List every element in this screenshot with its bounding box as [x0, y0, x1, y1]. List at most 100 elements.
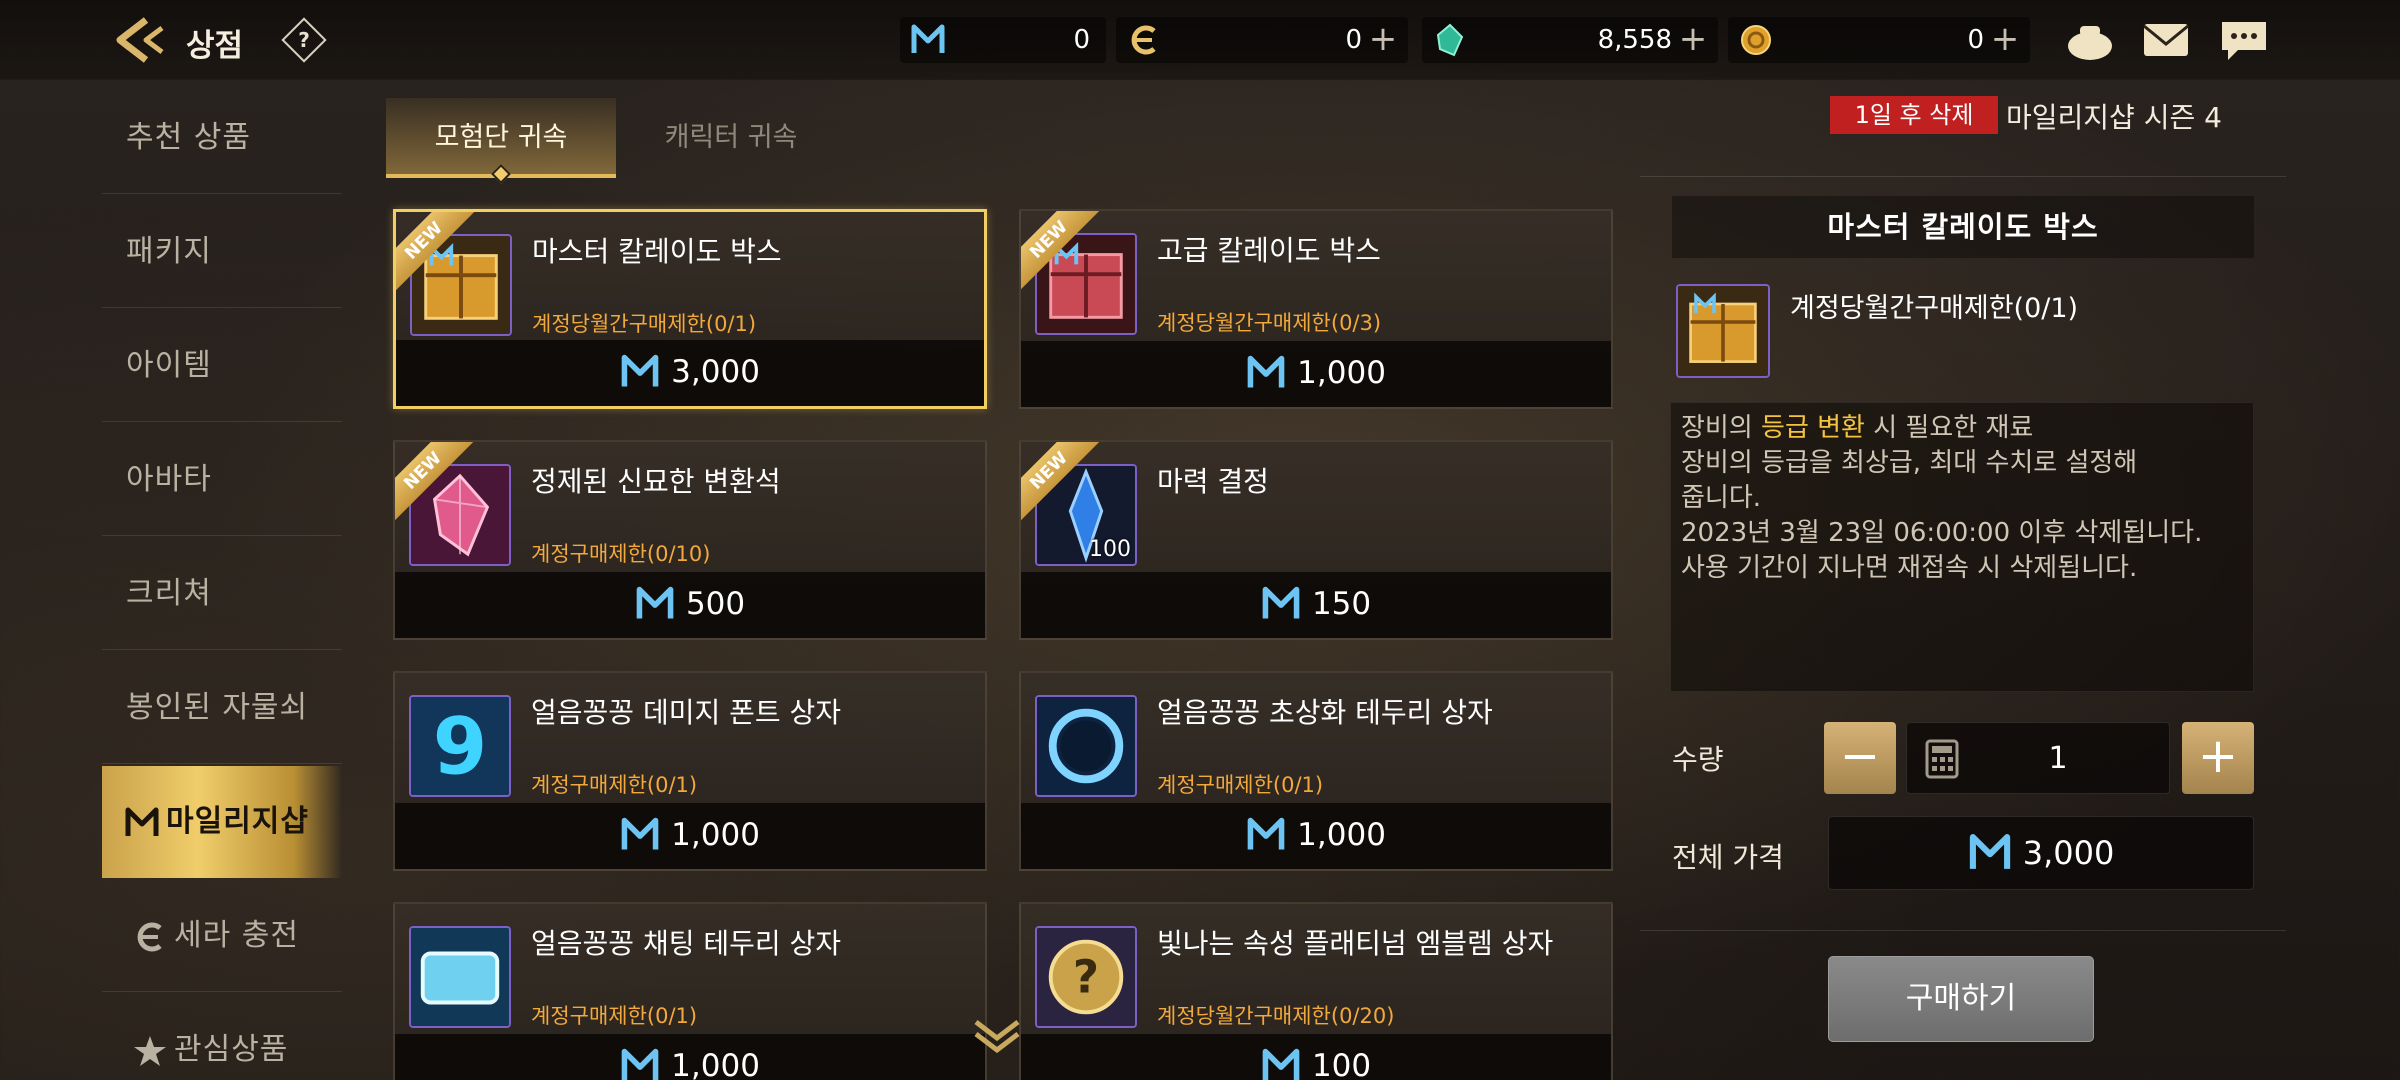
star-icon: [134, 1035, 166, 1066]
description-line: 2023년 3월 23일 06:00:00 이후 삭제됩니다.: [1681, 518, 2203, 548]
damage-font-box-icon: 9: [409, 695, 511, 797]
quantity-plus-button[interactable]: +: [2182, 722, 2254, 794]
product-price: 1,000: [1297, 355, 1386, 391]
product-name: 얼음꽁꽁 채팅 테두리 상자: [531, 927, 842, 960]
detail-limit: 계정당월간구매제한(0/1): [1790, 293, 2079, 324]
product-limit: 계정당월간구매제한(0/3): [1157, 311, 1382, 335]
total-price-value: 3,000: [2022, 834, 2115, 872]
product-card[interactable]: 얼음꽁꽁 초상화 테두리 상자 계정구매제한(0/1) 1,000: [1019, 671, 1613, 871]
product-price: 100: [1311, 1048, 1372, 1080]
product-limit: 계정구매제한(0/1): [531, 1004, 698, 1028]
product-card[interactable]: NEW 마스터 칼레이도 박스 계정당월간구매제한(0/1) 3,000: [393, 209, 987, 409]
total-price-field: 3,000: [1828, 816, 2254, 890]
tab-character-bound[interactable]: 캐릭터 귀속: [616, 98, 846, 178]
sidebar-item-label: 세라 충전: [174, 918, 299, 953]
product-name: 얼음꽁꽁 데미지 폰트 상자: [531, 696, 842, 729]
mileage-icon: [636, 586, 674, 619]
svg-text:?: ?: [1073, 951, 1099, 1004]
portrait-frame-box-icon: [1035, 695, 1137, 797]
price-bar: 1,000: [395, 803, 985, 869]
description-line: 줍니다.: [1681, 483, 1762, 513]
scroll-down-icon[interactable]: [970, 1016, 1024, 1056]
quantity-label: 수량: [1672, 743, 1724, 776]
sidebar-item-label: 봉인된 자물쇠: [126, 690, 309, 725]
gold-value: 0: [1967, 25, 1984, 55]
sidebar-item-creature[interactable]: 크리쳐: [102, 538, 342, 650]
description-line: 장비의 등급 변환 시 필요한 재료: [1681, 411, 2243, 446]
mileage-icon: [1262, 1048, 1300, 1080]
product-name: 고급 칼레이도 박스: [1157, 234, 1381, 267]
product-card[interactable]: NEW 정제된 신묘한 변환석 계정구매제한(0/10) 500: [393, 440, 987, 640]
page-title: 상점: [186, 28, 244, 64]
top-bar: 상점 ? 0 0 + 8,558 + 0 +: [0, 0, 2400, 80]
buy-button[interactable]: 구매하기: [1828, 956, 2094, 1042]
product-card[interactable]: NEW 고급 칼레이도 박스 계정당월간구매제한(0/3) 1,000: [1019, 209, 1613, 409]
sidebar-item-label: 마일리지샵: [166, 804, 309, 839]
cera-value: 0: [1345, 25, 1362, 55]
product-card[interactable]: 9 얼음꽁꽁 데미지 폰트 상자 계정구매제한(0/1) 1,000: [393, 671, 987, 871]
product-price: 3,000: [671, 354, 760, 390]
price-bar: 1,000: [395, 1034, 985, 1080]
currency-mileage: 0: [900, 17, 1106, 63]
sidebar-item-label: 관심상품: [174, 1032, 289, 1067]
mail-icon[interactable]: [2140, 16, 2192, 64]
description-line: 장비의 등급을 최상급, 최대 수치로 설정해: [1681, 448, 2138, 478]
total-price-label: 전체 가격: [1672, 841, 1784, 874]
currency-cera: 0 +: [1116, 17, 1408, 63]
cera-icon: [137, 922, 162, 951]
chat-frame-box-icon: [409, 926, 511, 1028]
description-box: 장비의 등급 변환 시 필요한 재료 장비의 등급을 최상급, 최대 수치로 설…: [1670, 402, 2254, 692]
product-qty-badge: 100: [1089, 537, 1131, 562]
product-card[interactable]: ? 빛나는 속성 플래티넘 엠블렘 상자 계정당월간구매제한(0/20) 100: [1019, 902, 1613, 1080]
sidebar-item-cera-charge[interactable]: 세라 충전: [102, 880, 342, 992]
back-arrow-icon[interactable]: [112, 16, 168, 64]
product-price: 500: [685, 586, 746, 622]
gem-value: 8,558: [1597, 25, 1672, 55]
quantity-minus-button[interactable]: −: [1824, 722, 1896, 794]
sidebar-item-sealed-lock[interactable]: 봉인된 자물쇠: [102, 652, 342, 764]
help-icon[interactable]: ?: [281, 17, 327, 63]
divider: [1640, 930, 2286, 931]
product-limit: 계정구매제한(0/1): [531, 773, 698, 797]
sidebar-item-label: 아이템: [126, 348, 212, 383]
divider: [1640, 176, 2286, 177]
gold-coin-icon: [1741, 25, 1771, 55]
price-bar: 1,000: [1021, 341, 1611, 407]
price-bar: 500: [395, 572, 985, 638]
sidebar-item-favorites[interactable]: 관심상품: [102, 994, 342, 1080]
product-price: 1,000: [1297, 817, 1386, 853]
chat-icon[interactable]: [2218, 16, 2270, 64]
mileage-icon: [125, 807, 159, 836]
gem-add-button[interactable]: +: [1678, 22, 1708, 57]
price-bar: 150: [1021, 572, 1611, 638]
mileage-icon: [1969, 834, 2010, 869]
pouch-icon[interactable]: [2064, 16, 2116, 64]
sidebar-item-package[interactable]: 패키지: [102, 196, 342, 308]
description-text: 시 필요한 재료: [1864, 413, 2034, 443]
cera-icon: [1131, 25, 1156, 55]
emblem-box-icon: ?: [1035, 926, 1137, 1028]
sidebar-item-label: 아바타: [126, 462, 212, 497]
description-highlight: 등급 변환: [1761, 413, 1865, 443]
season-label: 마일리지샵 시즌 4: [2006, 101, 2222, 134]
product-card[interactable]: 얼음꽁꽁 채팅 테두리 상자 계정구매제한(0/1) 1,000: [393, 902, 987, 1080]
calculator-icon[interactable]: [1925, 739, 1959, 779]
mileage-icon: [1247, 355, 1285, 388]
product-card[interactable]: NEW 100 마력 결정 150: [1019, 440, 1613, 640]
gem-icon: [1436, 23, 1464, 57]
detail-title: 마스터 칼레이도 박스: [1672, 196, 2254, 258]
svg-text:9: 9: [433, 701, 488, 792]
sidebar-item-avatar[interactable]: 아바타: [102, 424, 342, 536]
cera-add-button[interactable]: +: [1368, 22, 1398, 57]
sidebar-item-label: 추천 상품: [126, 120, 251, 155]
mileage-icon: [1262, 586, 1300, 619]
quantity-field[interactable]: 1: [1906, 722, 2170, 794]
sidebar-item-recommended[interactable]: 추천 상품: [102, 82, 342, 194]
quantity-value: 1: [2048, 741, 2068, 776]
gold-add-button[interactable]: +: [1990, 22, 2020, 57]
product-limit: 계정구매제한(0/1): [1157, 773, 1324, 797]
mileage-icon: [621, 354, 659, 387]
sidebar-item-mileage-shop[interactable]: 마일리지샵: [102, 766, 342, 878]
price-bar: 1,000: [1021, 803, 1611, 869]
sidebar-item-item[interactable]: 아이템: [102, 310, 342, 422]
